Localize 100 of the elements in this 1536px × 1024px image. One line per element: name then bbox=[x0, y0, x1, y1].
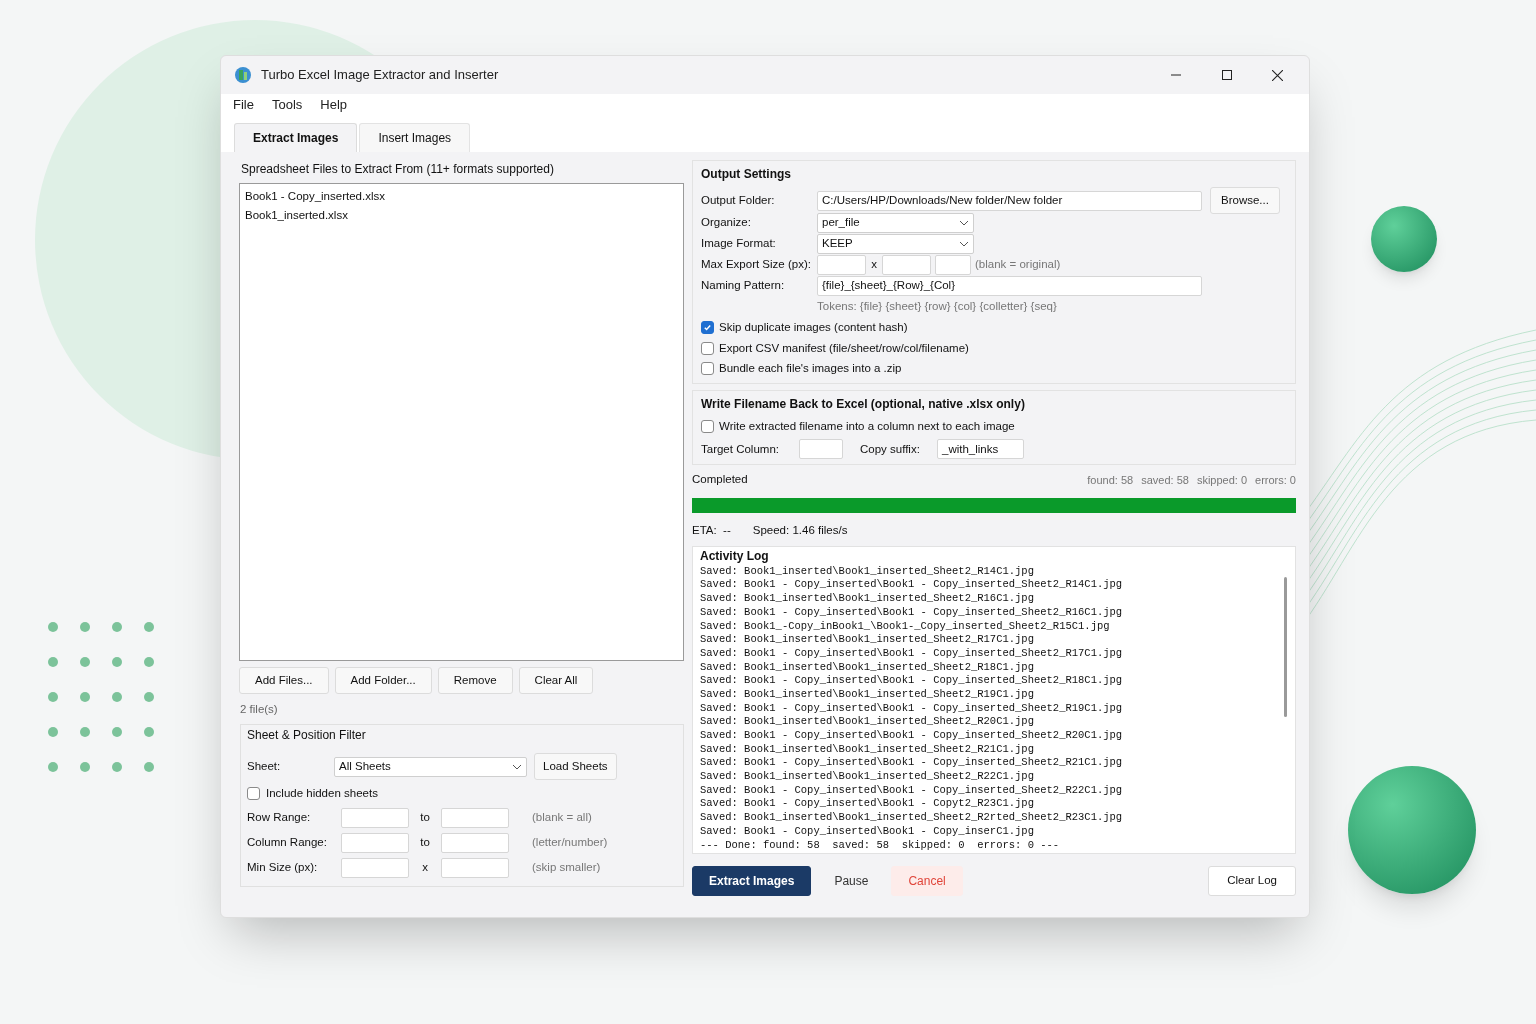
chevron-down-icon bbox=[959, 241, 969, 247]
button[interactable]: Load Sheets bbox=[534, 753, 617, 781]
button[interactable]: Browse... bbox=[1210, 187, 1280, 214]
field-label: Min Size (px): bbox=[247, 859, 319, 875]
range-separator: to bbox=[419, 809, 431, 825]
speed-text: Speed: 1.46 files/s bbox=[752, 522, 848, 538]
action-button[interactable]: Cancel bbox=[891, 865, 963, 896]
input-field[interactable] bbox=[817, 255, 866, 275]
button[interactable]: Add Folder... bbox=[334, 667, 432, 694]
input-field[interactable] bbox=[882, 255, 931, 275]
checkbox[interactable] bbox=[701, 420, 714, 434]
log-line: Saved: Book1_inserted\Book1_inserted_Sheet2_R20C1.jpg bbox=[700, 715, 1035, 729]
hint-text: (letter/number) bbox=[532, 834, 608, 850]
stat-text: skipped: 0 bbox=[1196, 472, 1248, 488]
range-separator: to bbox=[419, 834, 431, 850]
scrollbar-thumb[interactable] bbox=[1284, 576, 1287, 717]
field-label: Naming Pattern: bbox=[701, 278, 786, 294]
window-title: Turbo Excel Image Extractor and Inserter bbox=[261, 66, 499, 85]
log-line: Saved: Book1_inserted\Book1_inserted_Sheet2_R14C1.jpg bbox=[700, 564, 1035, 579]
log-line: Saved: Book1_inserted\Book1_inserted_Sheet2_R18C1.jpg bbox=[700, 660, 1035, 675]
button[interactable]: Clear All bbox=[518, 667, 594, 694]
stat-text: errors: 0 bbox=[1255, 472, 1296, 488]
eta-text: ETA: -- bbox=[692, 522, 731, 538]
stat-text: found: 58 bbox=[1087, 472, 1134, 488]
field-label: Image Format: bbox=[701, 236, 777, 252]
checkbox[interactable] bbox=[701, 341, 714, 355]
input-field[interactable] bbox=[441, 807, 509, 828]
panel-title: Sheet & Position Filter bbox=[247, 727, 367, 745]
panel-title: Activity Log bbox=[700, 547, 770, 565]
hint-text: (skip smaller) bbox=[532, 859, 601, 875]
dropdown[interactable]: per_file bbox=[817, 213, 974, 233]
close-icon bbox=[1272, 69, 1283, 81]
log-line: Saved: Book1 - Copy_inserted\Book1 - Copy_inserted_Sheet2_R16C1.jpg bbox=[700, 605, 1124, 620]
field-label: Target Column: bbox=[701, 441, 780, 457]
field-label: Sheet: bbox=[247, 759, 282, 775]
log-line: Saved: Book1_inserted\Book1_inserted_Sheet2_R2rted_Sheet2_R23C1.jpg bbox=[700, 811, 1124, 825]
checkbox-label: Export CSV manifest (file/sheet/row/col/filename) bbox=[719, 340, 969, 356]
hint-text: Tokens: {file} {sheet} {row} {col} {colletter} {seq} bbox=[817, 299, 1058, 314]
panel-title: Output Settings bbox=[701, 166, 792, 183]
input-field[interactable] bbox=[441, 857, 509, 878]
input-field[interactable] bbox=[341, 832, 409, 853]
chevron-down-icon bbox=[959, 220, 969, 226]
log-line: Saved: Book1_inserted\Book1_inserted_Sheet2_R19C1.jpg bbox=[700, 687, 1035, 702]
log-line: Saved: Book1 - Copy_inserted\Book1 - Copy_inserted_Sheet2_R18C1.jpg bbox=[700, 674, 1124, 688]
field-label: Organize: bbox=[701, 215, 752, 231]
action-button[interactable]: Pause bbox=[817, 865, 886, 896]
chevron-down-icon bbox=[512, 763, 522, 770]
log-line: Saved: Book1 - Copy_inserted\Book1 - Copyt2_R23C1.jpg bbox=[700, 797, 1035, 812]
input-field[interactable] bbox=[441, 832, 509, 853]
log-line: Saved: Book1_inserted\Book1_inserted_Sheet2_R17C1.jpg bbox=[700, 633, 1035, 647]
field-label: Copy suffix: bbox=[860, 441, 921, 457]
input-field[interactable] bbox=[799, 439, 843, 460]
input-field[interactable] bbox=[935, 255, 971, 275]
input-field[interactable]: _with_links bbox=[937, 439, 1024, 460]
section-label: Spreadsheet Files to Extract From (11+ formats supported) bbox=[240, 161, 555, 178]
log-line: Saved: Book1 - Copy_inserted\Book1 - Copy_inserted_Sheet2_R20C1.jpg bbox=[700, 729, 1124, 743]
log-line: Saved: Book1_inserted\Book1_inserted_Sheet2_R21C1.jpg bbox=[700, 742, 1035, 757]
checkbox-label: Skip duplicate images (content hash) bbox=[719, 320, 908, 336]
field-label: Row Range: bbox=[247, 809, 312, 825]
dropdown[interactable]: KEEP bbox=[817, 234, 974, 254]
checkbox[interactable] bbox=[701, 361, 714, 375]
menu-item[interactable]: Help bbox=[320, 95, 348, 115]
menu-item[interactable]: Tools bbox=[271, 95, 303, 115]
status-text: Completed bbox=[692, 472, 748, 488]
log-line: Saved: Book1 - Copy_inserted\Book1 - Copy_inserted_Sheet2_R14C1.jpg bbox=[700, 578, 1124, 593]
app-logo-icon bbox=[234, 66, 252, 84]
log-line: Saved: Book1 - Copy_inserted\Book1 - Copy_inserted_Sheet2_R21C1.jpg bbox=[700, 756, 1124, 771]
button[interactable]: Clear Log bbox=[1208, 865, 1296, 896]
button[interactable]: Remove bbox=[437, 667, 513, 694]
input-field[interactable]: C:/Users/HP/Downloads/New folder/New folder bbox=[817, 190, 1202, 211]
menu-item[interactable]: File bbox=[233, 95, 254, 115]
tab[interactable]: Extract Images bbox=[234, 123, 358, 152]
panel-title: Write Filename Back to Excel (optional, native .xlsx only) bbox=[701, 396, 1026, 413]
maximize-icon bbox=[1221, 70, 1232, 80]
tab[interactable]: Insert Images bbox=[359, 123, 471, 152]
action-button[interactable]: Extract Images bbox=[692, 865, 812, 896]
input-field[interactable] bbox=[341, 807, 409, 828]
checkbox-label: Write extracted filename into a column next to each image bbox=[719, 419, 1015, 434]
log-line: Saved: Book1 - Copy_inserted\Book1 - Copy_inserted_Sheet2_R22C1.jpg bbox=[700, 783, 1124, 798]
range-separator: x bbox=[421, 859, 429, 875]
log-line: Saved: Book1 - Copy_inserted\Book1 - Copy_inserted_Sheet2_R17C1.jpg bbox=[700, 646, 1124, 661]
log-line: Saved: Book1_inserted\Book1_inserted_Sheet2_R16C1.jpg bbox=[700, 592, 1035, 606]
input-field[interactable]: {file}_{sheet}_{Row}_{Col} bbox=[817, 276, 1202, 296]
input-field[interactable] bbox=[341, 857, 409, 878]
log-line: Saved: Book1_-Copy_inBook1_\Book1-_Copy_inserted_Sheet2_R15C1.jpg bbox=[700, 619, 1111, 634]
list-item[interactable]: Book1 - Copy_inserted.xlsx bbox=[245, 188, 678, 207]
log-line: Saved: Book1 - Copy_inserted\Book1 - Copy_inserted_Sheet2_R19C1.jpg bbox=[700, 701, 1124, 716]
checkbox[interactable] bbox=[247, 787, 260, 801]
log-line: --- Done: found: 58 saved: 58 skipped: 0 errors: 0 --- bbox=[700, 838, 1061, 853]
checkbox-label: Bundle each file's images into a .zip bbox=[719, 360, 902, 376]
size-separator: x bbox=[870, 257, 878, 273]
log-line: Saved: Book1_inserted\Book1_inserted_Sheet2_R22C1.jpg bbox=[700, 770, 1035, 784]
field-label: Max Export Size (px): bbox=[701, 257, 812, 273]
stat-text: saved: 58 bbox=[1141, 472, 1189, 488]
checkbox[interactable] bbox=[701, 321, 714, 335]
file-count: 2 file(s) bbox=[240, 702, 279, 717]
hint-text: (blank = original) bbox=[975, 257, 1061, 273]
button[interactable]: Add Files... bbox=[239, 667, 329, 694]
list-item[interactable]: Book1_inserted.xlsx bbox=[245, 207, 678, 226]
dropdown[interactable]: All Sheets bbox=[334, 756, 527, 777]
